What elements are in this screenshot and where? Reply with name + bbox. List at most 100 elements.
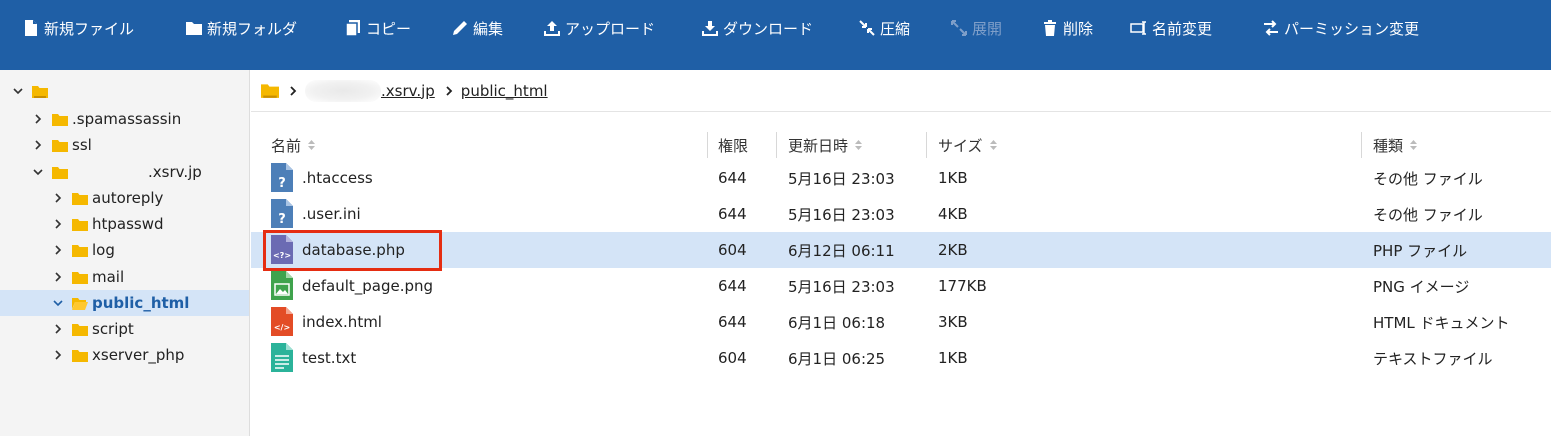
tree-item-public-html[interactable]: public_html xyxy=(0,290,249,316)
file-perm: 644 xyxy=(718,277,747,295)
redacted-text xyxy=(305,79,381,102)
image-file-icon xyxy=(271,271,293,300)
column-divider[interactable] xyxy=(926,132,927,158)
rename-icon xyxy=(1130,21,1146,35)
svg-text:?: ? xyxy=(278,176,286,191)
download-label: ダウンロード xyxy=(723,19,814,38)
column-divider[interactable] xyxy=(707,132,708,158)
file-type: PHP ファイル xyxy=(1373,241,1468,260)
tree-item-spamassassin[interactable]: .spamassassin xyxy=(0,106,249,132)
delete-label: 削除 xyxy=(1063,19,1094,38)
folder-icon xyxy=(52,166,68,179)
folder-icon xyxy=(72,218,88,231)
column-header-label: サイズ xyxy=(938,136,983,155)
tree-item-script[interactable]: script xyxy=(0,316,249,342)
redacted-text xyxy=(72,165,148,179)
column-header-modified[interactable]: 更新日時 xyxy=(788,130,863,160)
file-name: test.txt xyxy=(302,349,357,367)
unknown-file-icon: ? xyxy=(271,163,293,192)
breadcrumb-folder-link[interactable]: public_html xyxy=(461,82,548,100)
tree-item-label: public_html xyxy=(92,294,190,312)
file-modified: 5月16日 23:03 xyxy=(788,205,895,224)
file-perm: 604 xyxy=(718,241,747,259)
upload-icon xyxy=(544,21,560,36)
home-folder-icon[interactable] xyxy=(261,83,279,98)
file-modified: 5月16日 23:03 xyxy=(788,277,895,296)
tree-item-label: xserver_php xyxy=(92,346,185,364)
folder-icon xyxy=(52,139,68,152)
folder-icon xyxy=(52,113,68,126)
tree-item-root[interactable] xyxy=(0,78,249,104)
tree-item-xserver-php[interactable]: xserver_php xyxy=(0,342,249,368)
breadcrumb: .xsrv.jp public_html xyxy=(251,70,1551,112)
column-header-name[interactable]: 名前 xyxy=(271,130,316,160)
file-size: 3KB xyxy=(938,313,968,331)
edit-button[interactable]: 編集 xyxy=(451,16,503,40)
table-row[interactable]: test.txt 604 6月1日 06:25 1KB テキストファイル xyxy=(251,340,1551,376)
file-name: default_page.png xyxy=(302,277,434,295)
compress-icon xyxy=(859,20,875,36)
chevron-right-icon xyxy=(55,350,62,360)
download-icon xyxy=(702,21,718,36)
column-header-label: 更新日時 xyxy=(788,136,849,155)
breadcrumb-domain-link[interactable]: .xsrv.jp xyxy=(381,82,435,100)
column-divider[interactable] xyxy=(1361,132,1362,158)
extract-label: 展開 xyxy=(972,19,1003,38)
upload-button[interactable]: アップロード xyxy=(543,16,655,40)
column-divider[interactable] xyxy=(776,132,777,158)
file-name: .user.ini xyxy=(302,205,361,223)
file-name: .htaccess xyxy=(302,169,373,187)
rename-label: 名前変更 xyxy=(1152,19,1213,38)
tree-item-ssl[interactable]: ssl xyxy=(0,132,249,158)
permission-button[interactable]: パーミッション変更 xyxy=(1262,16,1419,40)
copy-button[interactable]: コピー xyxy=(344,16,411,40)
file-perm: 644 xyxy=(718,169,747,187)
folder-icon xyxy=(72,192,88,205)
compress-button[interactable]: 圧縮 xyxy=(858,16,910,40)
svg-text:?: ? xyxy=(278,212,286,227)
trash-icon xyxy=(1044,20,1056,36)
file-type: PNG イメージ xyxy=(1373,277,1470,296)
tree-item-label: autoreply xyxy=(92,189,164,207)
extract-button[interactable]: 展開 xyxy=(950,16,1002,40)
toolbar: 新規ファイル 新規フォルダ コピー 編集 アップロード ダウンロード 圧縮 展開… xyxy=(0,0,1551,70)
file-size: 1KB xyxy=(938,349,968,367)
column-header-perm[interactable]: 権限 xyxy=(718,130,748,160)
tree-item-mail[interactable]: mail xyxy=(0,264,249,290)
svg-text:<?>: <?> xyxy=(273,251,291,260)
file-table-header: 名前 権限 更新日時 サイズ 種類 xyxy=(251,130,1551,160)
tree-item-domain[interactable]: .xsrv.jp xyxy=(0,159,249,185)
tree-item-label: ssl xyxy=(72,136,92,154)
column-header-size[interactable]: サイズ xyxy=(938,130,998,160)
text-file-icon xyxy=(271,343,293,372)
table-row[interactable]: ? .user.ini 644 5月16日 23:03 4KB その他 ファイル xyxy=(251,196,1551,232)
table-row[interactable]: default_page.png 644 5月16日 23:03 177KB P… xyxy=(251,268,1551,304)
file-perm: 644 xyxy=(718,205,747,223)
table-row[interactable]: <?> database.php 604 6月12日 06:11 2KB PHP… xyxy=(251,232,1551,268)
tree-item-label: .spamassassin xyxy=(72,110,182,128)
column-header-type[interactable]: 種類 xyxy=(1373,130,1418,160)
chevron-right-icon xyxy=(446,85,453,96)
tree-item-autoreply[interactable]: autoreply xyxy=(0,185,249,211)
tree-item-htpasswd[interactable]: htpasswd xyxy=(0,211,249,237)
chevron-right-icon xyxy=(290,85,297,96)
chevron-down-icon xyxy=(13,88,23,95)
rename-button[interactable]: 名前変更 xyxy=(1130,16,1212,40)
new-file-button[interactable]: 新規ファイル xyxy=(22,16,134,40)
chevron-right-icon xyxy=(55,193,62,203)
chevron-right-icon xyxy=(35,114,42,124)
folder-tree: .spamassassin ssl .xsrv.jp autoreply htp… xyxy=(0,70,250,436)
table-row[interactable]: </> index.html 644 6月1日 06:18 3KB HTML ド… xyxy=(251,304,1551,340)
file-size: 1KB xyxy=(938,169,968,187)
delete-button[interactable]: 削除 xyxy=(1041,16,1093,40)
table-row[interactable]: ? .htaccess 644 5月16日 23:03 1KB その他 ファイル xyxy=(251,160,1551,196)
tree-item-label: script xyxy=(92,320,134,338)
folder-icon xyxy=(72,349,88,362)
sort-icon xyxy=(989,140,997,150)
folder-icon xyxy=(72,323,88,336)
tree-item-log[interactable]: log xyxy=(0,237,249,263)
new-folder-button[interactable]: 新規フォルダ xyxy=(185,16,297,40)
download-button[interactable]: ダウンロード xyxy=(701,16,813,40)
file-name: index.html xyxy=(302,313,382,331)
file-modified: 6月12日 06:11 xyxy=(788,241,895,260)
